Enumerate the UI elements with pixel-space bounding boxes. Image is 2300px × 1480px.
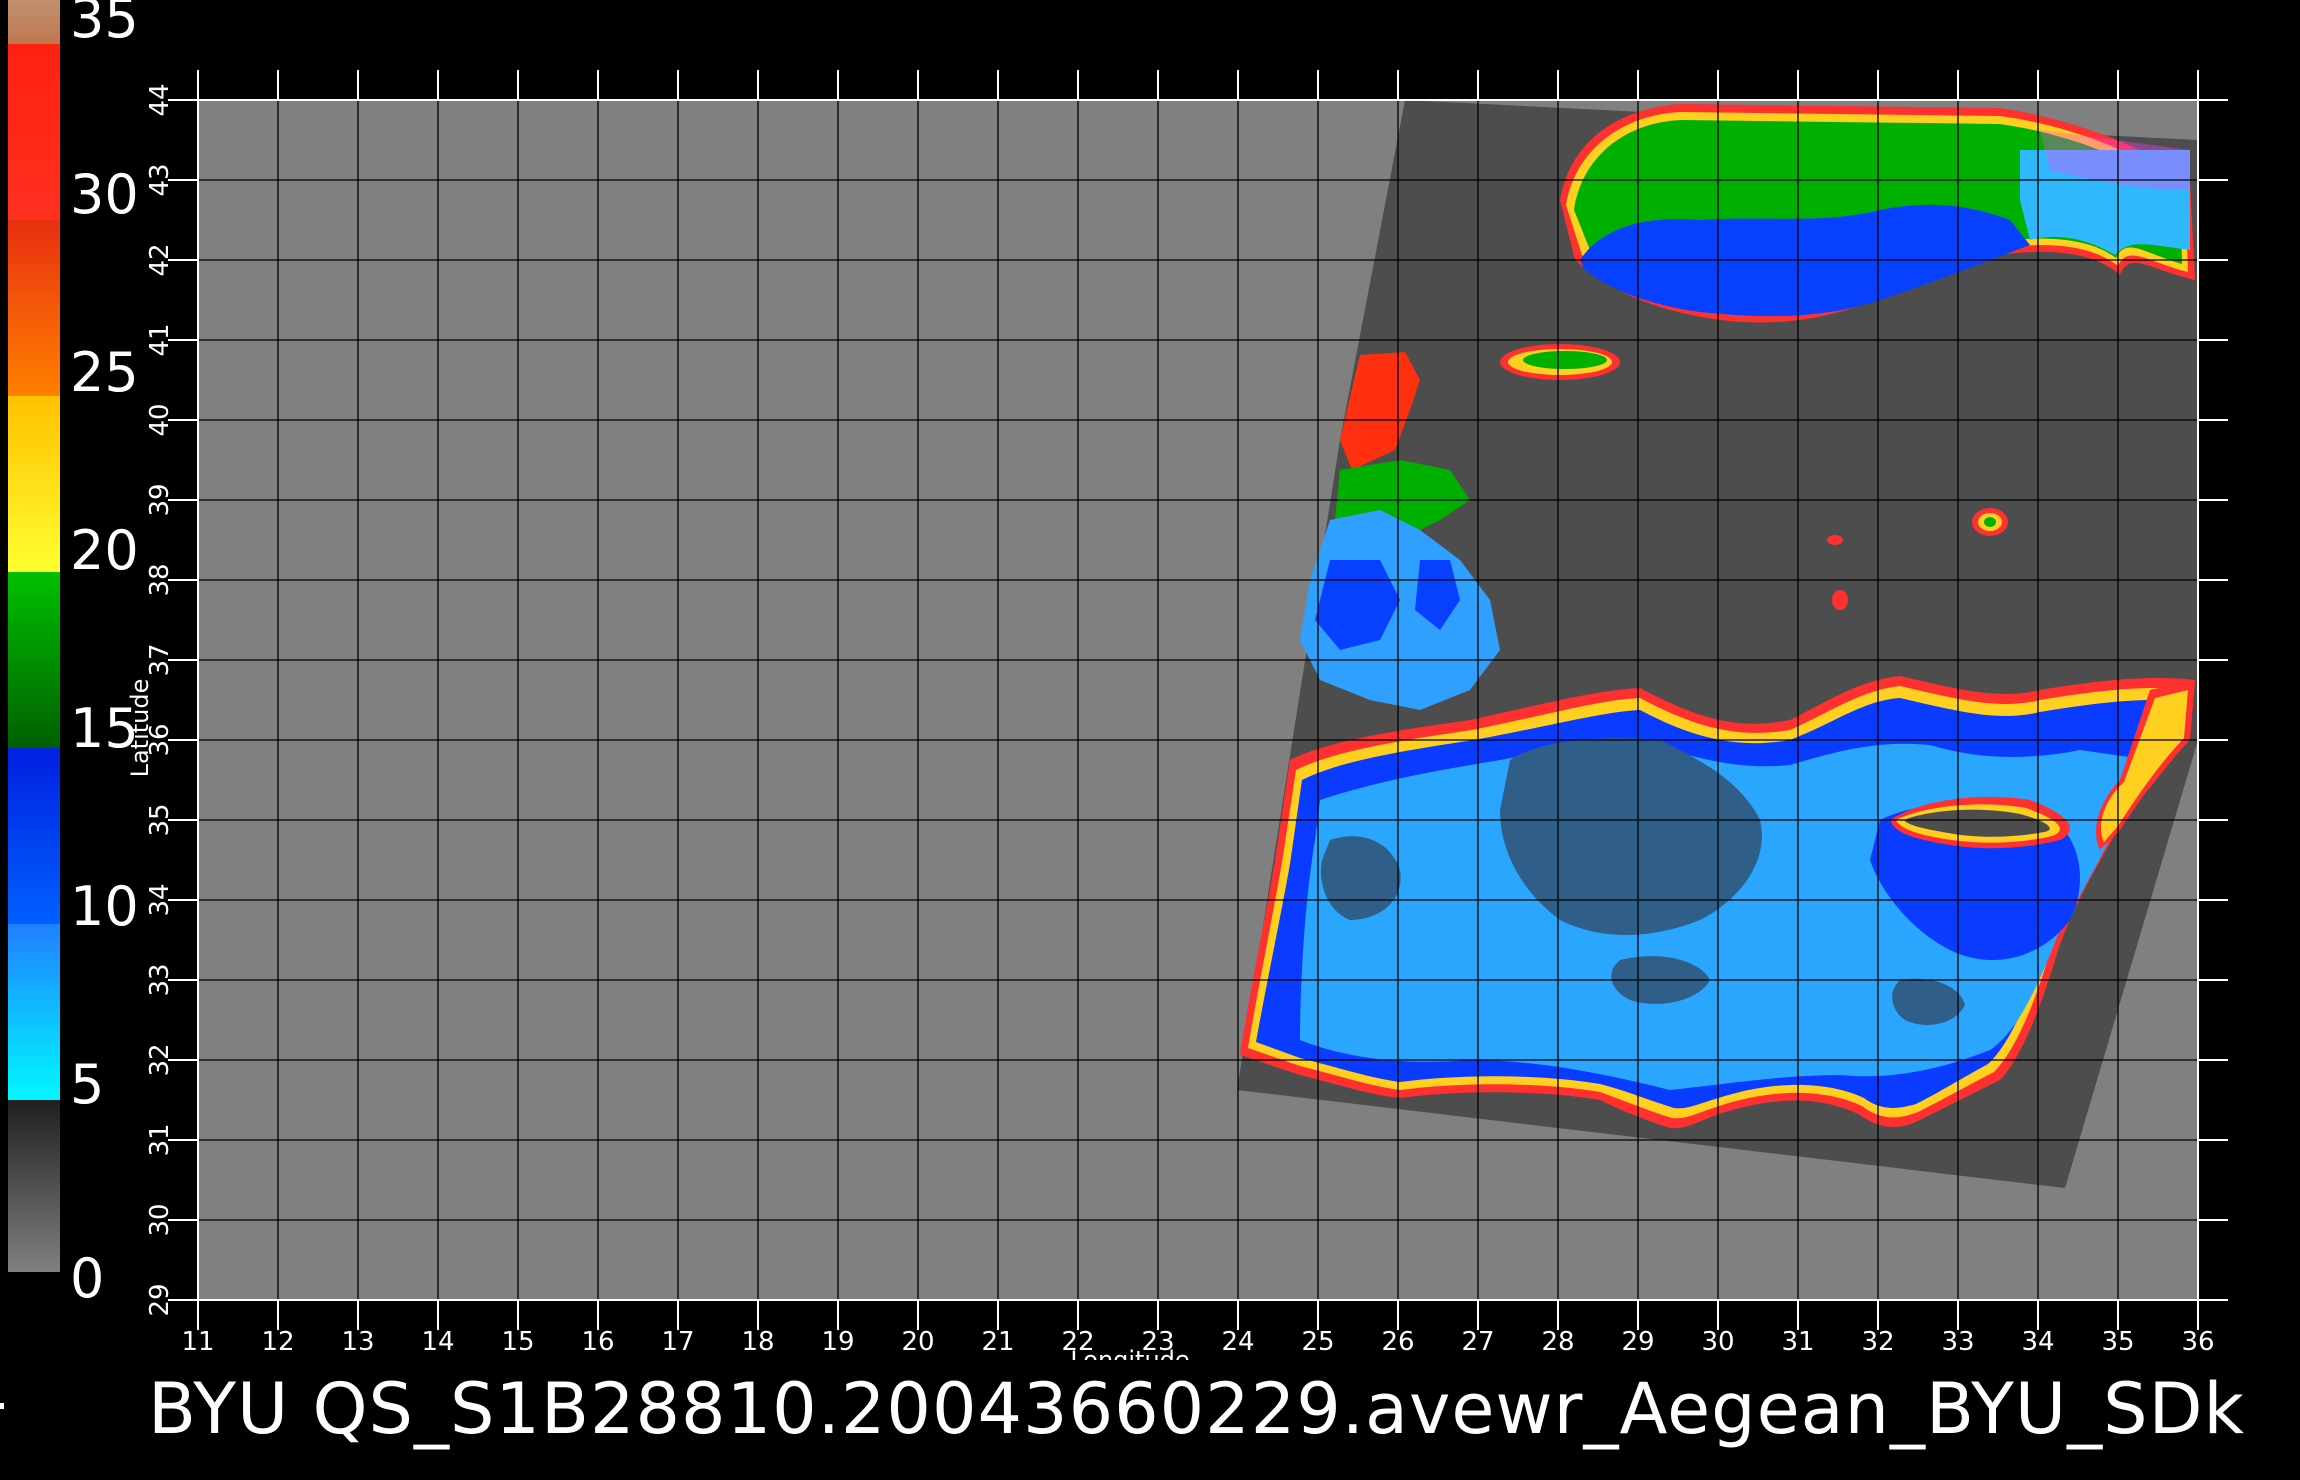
file-title: BYU QS_S1B28810.20043660229.avewr_Aegean… xyxy=(148,1368,2246,1450)
lat-tick-label-37: 37 xyxy=(145,643,175,676)
lat-tick-label-38: 38 xyxy=(145,563,175,596)
lon-tick-label-34: 34 xyxy=(2021,1327,2054,1357)
lat-tick-label-39: 39 xyxy=(145,483,175,516)
lon-tick-label-28: 28 xyxy=(1541,1327,1574,1357)
latitude-axis-label: Latitude xyxy=(126,679,154,778)
lat-tick-label-42: 42 xyxy=(145,243,175,276)
lat-tick-label-34: 34 xyxy=(145,883,175,916)
lat-tick-label-40: 40 xyxy=(145,403,175,436)
lon-tick-label-11: 11 xyxy=(181,1327,214,1357)
lon-tick-label-17: 17 xyxy=(661,1327,694,1357)
lon-tick-label-16: 16 xyxy=(581,1327,614,1357)
lon-tick-label-12: 12 xyxy=(261,1327,294,1357)
lat-tick-label-41: 41 xyxy=(145,323,175,356)
lon-tick-label-29: 29 xyxy=(1621,1327,1654,1357)
lat-tick-label-44: 44 xyxy=(145,83,175,116)
lat-tick-label-43: 43 xyxy=(145,163,175,196)
lon-tick-label-15: 15 xyxy=(501,1327,534,1357)
lat-tick-label-33: 33 xyxy=(145,963,175,996)
lon-tick-label-32: 32 xyxy=(1861,1327,1894,1357)
lon-tick-label-25: 25 xyxy=(1301,1327,1334,1357)
lon-tick-label-13: 13 xyxy=(341,1327,374,1357)
lat-tick-label-31: 31 xyxy=(145,1123,175,1156)
lon-tick-label-18: 18 xyxy=(741,1327,774,1357)
lon-tick-label-26: 26 xyxy=(1381,1327,1414,1357)
left-edge-marker xyxy=(0,1403,4,1409)
longitude-axis-label: Longitude xyxy=(1070,1346,1189,1360)
lat-tick-label-29: 29 xyxy=(145,1283,175,1316)
lon-tick-label-27: 27 xyxy=(1461,1327,1494,1357)
lon-tick-label-31: 31 xyxy=(1781,1327,1814,1357)
lon-tick-label-35: 35 xyxy=(2101,1327,2134,1357)
lat-tick-label-35: 35 xyxy=(145,803,175,836)
lat-tick-label-32: 32 xyxy=(145,1043,175,1076)
lon-tick-label-21: 21 xyxy=(981,1327,1014,1357)
map-plot: 11 12 13 14 15 16 17 18 19 20 21 22 23 24 25 26 27 28 29 30… xyxy=(126,70,2228,1360)
lon-tick-label-19: 19 xyxy=(821,1327,854,1357)
lon-tick-label-14: 14 xyxy=(421,1327,454,1357)
lon-tick-label-20: 20 xyxy=(901,1327,934,1357)
marmara-wind-field xyxy=(1500,344,1620,380)
lat-tick-label-30: 30 xyxy=(145,1203,175,1236)
lon-tick-label-36: 36 xyxy=(2181,1327,2214,1357)
lon-tick-label-30: 30 xyxy=(1701,1327,1734,1357)
lon-tick-label-33: 33 xyxy=(1941,1327,1974,1357)
lon-tick-label-24: 24 xyxy=(1221,1327,1254,1357)
